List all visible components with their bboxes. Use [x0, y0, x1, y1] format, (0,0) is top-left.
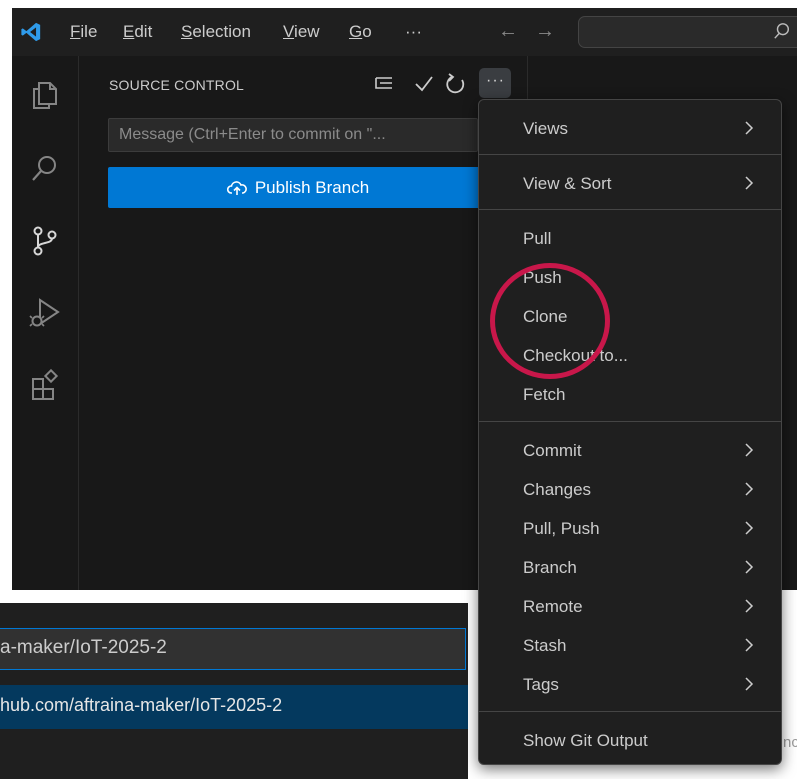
- search-icon: [774, 23, 790, 39]
- menu-item-label: Branch: [523, 558, 577, 577]
- vscode-logo-icon: [21, 22, 41, 42]
- menu-item-label: Tags: [523, 675, 559, 694]
- cloud-upload-icon: [226, 180, 247, 195]
- highlight-circle-annotation: [490, 263, 610, 379]
- source-control-panel: SOURCE CONTROL ··· Message (Ctrl+Enter t…: [79, 56, 528, 590]
- panel-title: SOURCE CONTROL: [109, 77, 245, 93]
- menu-item-label: Show Git Output: [523, 731, 648, 750]
- menu-item-views[interactable]: Views: [479, 111, 781, 145]
- chevron-right-icon: [745, 121, 754, 135]
- menu-item-label: Stash: [523, 636, 567, 655]
- commit-check-icon[interactable]: [412, 72, 436, 96]
- menu-item-changes[interactable]: Changes: [479, 472, 781, 506]
- menu-item-pull[interactable]: Pull: [479, 221, 781, 255]
- source-control-more-menu: Views View & Sort Pull Push Clone Checko…: [478, 99, 782, 765]
- chevron-right-icon: [745, 521, 754, 535]
- view-as-tree-icon[interactable]: [372, 72, 396, 96]
- menu-file[interactable]: File: [70, 22, 97, 42]
- menu-separator: [479, 209, 781, 210]
- chevron-right-icon: [745, 560, 754, 574]
- forward-arrow-icon[interactable]: →: [535, 20, 555, 43]
- title-bar: File Edit Selection View Go ··· ← →: [12, 8, 797, 56]
- menu-item-label: View & Sort: [523, 174, 612, 193]
- activity-bar: [12, 56, 79, 590]
- chevron-right-icon: [745, 443, 754, 457]
- explorer-icon[interactable]: [28, 78, 62, 112]
- menu-item-view-sort[interactable]: View & Sort: [479, 166, 781, 200]
- menu-separator: [479, 154, 781, 155]
- clone-repository-option[interactable]: hub.com/aftraina-maker/IoT-2025-2: [0, 685, 468, 729]
- publish-branch-button[interactable]: Publish Branch: [108, 167, 488, 208]
- menu-item-label: Pull: [523, 229, 552, 248]
- clone-url-input[interactable]: a-maker/IoT-2025-2: [0, 628, 466, 670]
- menu-view[interactable]: View: [283, 22, 320, 42]
- more-actions-button[interactable]: ···: [479, 68, 511, 98]
- refresh-icon[interactable]: [444, 72, 468, 96]
- extensions-icon[interactable]: [28, 368, 62, 402]
- menu-item-label: Fetch: [523, 385, 566, 404]
- commit-message-input[interactable]: Message (Ctrl+Enter to commit on "...: [108, 118, 478, 152]
- chevron-right-icon: [745, 638, 754, 652]
- publish-branch-label: Publish Branch: [254, 177, 370, 197]
- menu-item-pull-push[interactable]: Pull, Push: [479, 511, 781, 545]
- chevron-right-icon: [745, 482, 754, 496]
- menu-separator: [479, 421, 781, 422]
- menu-item-branch[interactable]: Branch: [479, 550, 781, 584]
- menu-item-tags[interactable]: Tags: [479, 667, 781, 701]
- command-center-search[interactable]: [578, 16, 797, 48]
- menu-item-show-git-output[interactable]: Show Git Output: [479, 723, 781, 757]
- more-actions-icon: ···: [486, 72, 505, 89]
- search-icon[interactable]: [28, 152, 62, 186]
- source-control-icon[interactable]: [28, 224, 62, 258]
- menu-go[interactable]: Go: [349, 22, 372, 42]
- menu-separator: [479, 711, 781, 712]
- menu-item-commit[interactable]: Commit: [479, 433, 781, 467]
- menu-item-label: Remote: [523, 597, 583, 616]
- menu-item-label: Views: [523, 119, 569, 138]
- edge-text: nc: [783, 734, 797, 751]
- menu-item-stash[interactable]: Stash: [479, 628, 781, 662]
- menu-item-label: Pull, Push: [523, 519, 600, 538]
- menu-overflow[interactable]: ···: [405, 22, 422, 42]
- menu-item-label: Changes: [523, 480, 592, 499]
- menu-edit[interactable]: Edit: [123, 22, 152, 42]
- menu-selection[interactable]: Selection: [181, 22, 251, 42]
- run-debug-icon[interactable]: [28, 296, 62, 330]
- chevron-right-icon: [745, 176, 754, 190]
- menu-item-label: Commit: [523, 441, 582, 460]
- chevron-right-icon: [745, 677, 754, 691]
- menu-item-fetch[interactable]: Fetch: [479, 377, 781, 411]
- back-arrow-icon[interactable]: ←: [498, 20, 518, 43]
- chevron-right-icon: [745, 599, 754, 613]
- menu-item-remote[interactable]: Remote: [479, 589, 781, 623]
